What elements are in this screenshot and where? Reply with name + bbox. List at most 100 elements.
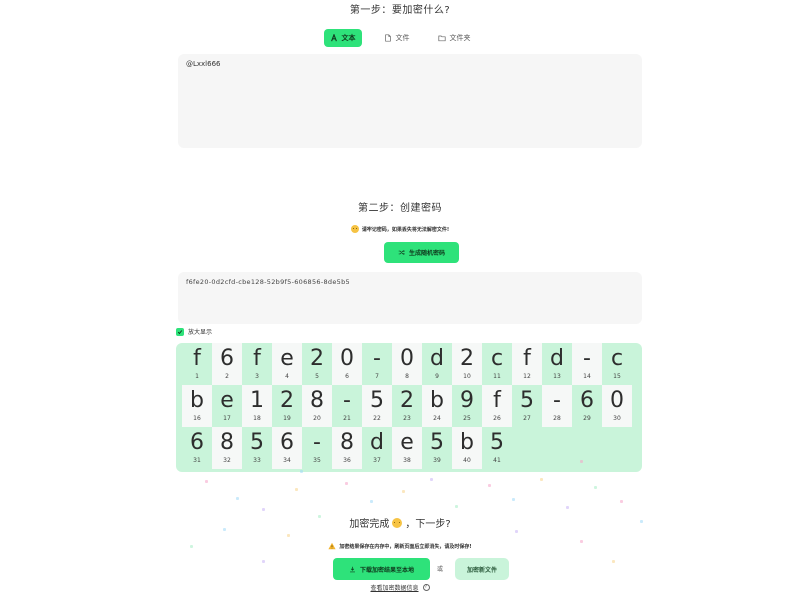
password-char: 5 [370,388,384,413]
password-char: f [523,346,531,371]
confetti-piece [488,484,491,487]
tab-file[interactable]: 文件 [378,29,416,47]
enlarge-toggle[interactable]: 放大显示 [176,327,212,336]
password-char: 6 [220,346,234,371]
password-char-cell: 0 30 [602,385,632,427]
password-char: - [553,388,561,413]
generate-password-button[interactable]: 生成随机密码 [384,242,459,263]
tab-text[interactable]: 文本 [323,29,362,47]
password-char-index: 1 [195,373,199,380]
password-char-cell: 2 10 [452,343,482,385]
password-char: 6 [190,430,204,455]
password-char: - [583,346,591,371]
confetti-piece [370,500,373,503]
confetti-piece [512,498,515,501]
password-char-cell: d 37 [362,427,392,469]
help-icon[interactable]: ? [422,584,430,591]
password-char-index: 24 [433,415,441,422]
password-char: 6 [580,388,594,413]
password-char-index: 34 [283,457,291,464]
password-char-cell: c 11 [482,343,512,385]
view-encrypted-info-link[interactable]: 查看加密数据信息 [370,583,418,592]
password-char-index: 37 [373,457,381,464]
worried-face-icon [350,225,359,233]
password-char-cell: f3 [242,343,272,385]
password-char: b [460,430,474,455]
password-char-cell: 8 32 [212,427,242,469]
password-char-index: 30 [613,415,621,422]
password-char-index: 4 [285,373,289,380]
confetti-piece [540,478,543,481]
password-char-cell: c 15 [602,343,632,385]
or-separator: 或 [437,566,444,573]
password-char-cell: 5 39 [422,427,452,469]
password-char: 0 [610,388,624,413]
password-char-index: 9 [435,373,439,380]
password-char-index: 8 [405,373,409,380]
encrypt-new-file-button[interactable]: 加密新文件 [455,558,509,580]
password-char-cell: - 35 [302,427,332,469]
password-char: - [343,388,351,413]
download-result-button[interactable]: 下载加密结果至本地 [333,558,430,580]
password-char-cell: 8 20 [302,385,332,427]
password-char-index: 12 [523,373,531,380]
password-char-index: 6 [345,373,349,380]
confetti-piece [455,505,458,508]
password-char: 2 [460,346,474,371]
password-char-index: 3 [255,373,259,380]
password-char-index: 22 [373,415,381,422]
password-char-index: 14 [583,373,591,380]
password-char: d [370,430,384,455]
result-warning: 加密结果保存在内存中，刷新页面后立即消失，请及时保存! [0,542,800,550]
warning-icon [328,542,336,550]
enlarge-label: 放大显示 [188,329,213,336]
password-char-index: 28 [553,415,561,422]
password-char-index: 38 [403,457,411,464]
password-char-index: 5 [315,373,319,380]
password-char: 2 [400,388,414,413]
password-char: f [253,346,261,371]
password-char: 1 [250,388,264,413]
password-input[interactable]: f6fe20-0d2cfd-cbe128-52b9f5-606856-8de5b… [178,272,642,324]
password-char-cell: e 38 [392,427,422,469]
password-char-index: 36 [343,457,351,464]
password-char-index: 31 [193,457,201,464]
tab-folder[interactable]: 文件夹 [432,29,477,47]
step3-title: 加密完成 ，下一步? [0,515,800,530]
tab-file-label: 文件 [395,34,410,42]
confetti-piece [402,490,405,493]
password-char-index: 33 [253,457,261,464]
password-char-cell: 2 23 [392,385,422,427]
confetti-piece [236,497,239,500]
password-char-cell: -7 [362,343,392,385]
enlarge-checkbox[interactable] [176,327,184,336]
password-char-cell: 5 27 [512,385,542,427]
password-char-index: 23 [403,415,411,422]
password-char: c [490,346,504,371]
step2-title: 第二步：创建密码 [358,203,442,214]
confetti-piece [295,488,298,491]
password-char-cell: e4 [272,343,302,385]
password-char-cell: 1 18 [242,385,272,427]
password-char-index: 27 [523,415,531,422]
password-char: d [430,346,444,371]
password-char: f [193,346,201,371]
password-char-cell: - 28 [542,385,572,427]
confetti-piece [515,530,518,533]
password-char-cell: b 16 [182,385,212,427]
confetti-piece [430,478,433,481]
page: 第一步：要加密什么? 文本 文件 文件夹 @Lxxl666 第二步：创建密码 请… [0,0,800,600]
password-char-cell: 62 [212,343,242,385]
password-char-cell: f 12 [512,343,542,385]
password-char: 6 [280,430,294,455]
download-icon [350,566,355,572]
password-char-cell: d 13 [542,343,572,385]
text-input[interactable]: @Lxxl666 [178,54,642,148]
password-char-cell: 5 22 [362,385,392,427]
step3-title-main: 加密完成 [349,519,390,530]
password-char: b [190,388,204,413]
password-char: 5 [250,430,264,455]
password-char: e [220,388,234,413]
password-char-cell: 2 19 [272,385,302,427]
confetti-piece [262,508,265,511]
